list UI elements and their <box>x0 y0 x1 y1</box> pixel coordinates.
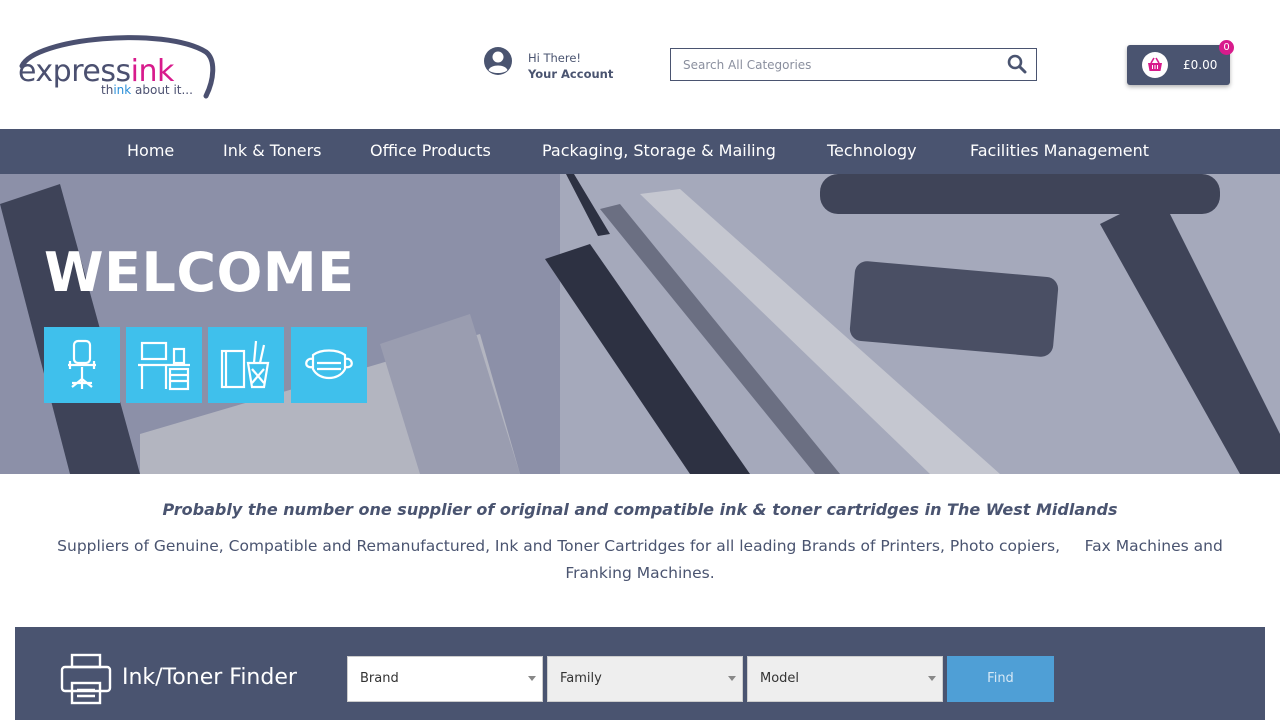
stationery-icon <box>220 340 270 389</box>
nav-item-facilities[interactable]: Facilities Management <box>970 129 1149 174</box>
chevron-down-icon <box>528 676 536 681</box>
account-label: Your Account <box>528 67 614 81</box>
cart-total: £0.00 <box>1183 58 1218 72</box>
brand-select[interactable]: Brand <box>347 656 543 702</box>
category-tile-ppe[interactable] <box>291 327 367 403</box>
intro-text: Suppliers of Genuine, Compatible and Rem… <box>57 537 1228 582</box>
intro-tagline: Probably the number one supplier of orig… <box>162 500 1118 519</box>
nav-item-home[interactable]: Home <box>127 129 174 174</box>
face-mask-icon <box>305 349 353 380</box>
category-tile-office-desk[interactable] <box>126 327 202 403</box>
nav-item-technology[interactable]: Technology <box>827 129 917 174</box>
expressink-logo[interactable]: expressink think about it... <box>14 30 216 102</box>
nav-item-ink-toners[interactable]: Ink & Toners <box>223 129 322 174</box>
nav-item-office-products[interactable]: Office Products <box>370 129 491 174</box>
logo-tagline: think about it... <box>101 83 193 97</box>
search-box <box>670 48 1037 81</box>
brand-select-value: Brand <box>360 671 399 686</box>
ink-toner-finder: Ink/Toner Finder Brand Family Model Find <box>15 627 1265 720</box>
basket-icon <box>1142 52 1168 78</box>
category-tile-office-furniture[interactable] <box>44 327 120 403</box>
chevron-down-icon <box>728 676 736 681</box>
find-button[interactable]: Find <box>947 656 1054 702</box>
account-link[interactable]: Hi There! Your Account <box>483 46 623 82</box>
hero-banner: WELCOME <box>0 174 1280 474</box>
finder-title: Ink/Toner Finder <box>122 665 297 690</box>
office-chair-icon <box>68 339 96 389</box>
site-header: expressink think about it... Hi There! Y… <box>0 0 1280 129</box>
hero-title: WELCOME <box>44 241 355 304</box>
desk-furniture-icon <box>138 341 190 391</box>
cart-button[interactable]: £0.00 0 <box>1127 40 1234 85</box>
model-select-value: Model <box>760 671 800 686</box>
account-greeting: Hi There! <box>528 51 582 65</box>
search-icon[interactable] <box>1007 54 1027 74</box>
model-select[interactable]: Model <box>747 656 943 702</box>
printer-icon <box>60 653 112 705</box>
chevron-down-icon <box>928 676 936 681</box>
user-icon <box>484 47 512 75</box>
cart-count-badge: 0 <box>1219 40 1234 55</box>
nav-item-packaging[interactable]: Packaging, Storage & Mailing <box>542 129 776 174</box>
family-select-value: Family <box>560 671 602 686</box>
main-nav: Home Ink & Toners Office Products Packag… <box>0 129 1280 174</box>
category-tile-stationery[interactable] <box>208 327 284 403</box>
hero-background-image <box>0 174 1280 474</box>
family-select[interactable]: Family <box>547 656 743 702</box>
search-input[interactable] <box>671 49 1001 80</box>
